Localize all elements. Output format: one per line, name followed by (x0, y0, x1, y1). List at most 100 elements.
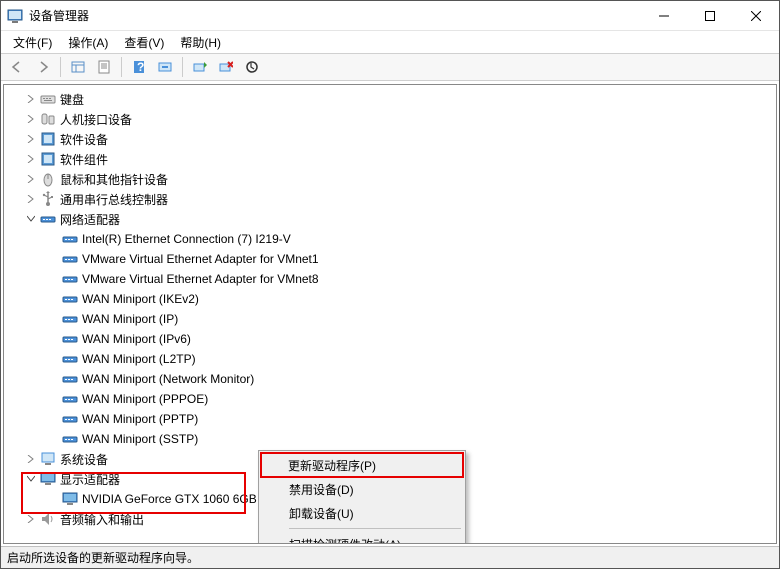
tree-node-network-child[interactable]: WAN Miniport (PPTP) (4, 409, 776, 429)
disable-button[interactable] (240, 56, 264, 78)
close-button[interactable] (733, 1, 779, 31)
tree-node-network-child[interactable]: Intel(R) Ethernet Connection (7) I219-V (4, 229, 776, 249)
uninstall-button[interactable] (214, 56, 238, 78)
chevron-right-icon[interactable] (24, 92, 38, 106)
tree-node-network-child[interactable]: WAN Miniport (PPPOE) (4, 389, 776, 409)
tree-label: WAN Miniport (L2TP) (82, 352, 202, 366)
tree-node-network-child[interactable]: WAN Miniport (IKEv2) (4, 289, 776, 309)
tree-node-network-child[interactable]: VMware Virtual Ethernet Adapter for VMne… (4, 269, 776, 289)
chevron-right-icon[interactable] (24, 452, 38, 466)
chevron-none (46, 492, 60, 506)
tree-node-network-child[interactable]: WAN Miniport (SSTP) (4, 429, 776, 449)
menu-view[interactable]: 查看(V) (116, 32, 172, 53)
toolbar-separator (182, 57, 183, 77)
tree-node-keyboard[interactable]: 键盘 (4, 89, 776, 109)
network-adapter-icon (62, 331, 78, 347)
forward-button[interactable] (31, 56, 55, 78)
tree-node-network-child[interactable]: WAN Miniport (IP) (4, 309, 776, 329)
tree-node-software-components[interactable]: 软件组件 (4, 149, 776, 169)
network-adapter-icon (62, 411, 78, 427)
network-adapter-icon (62, 291, 78, 307)
tree-label: Intel(R) Ethernet Connection (7) I219-V (82, 232, 297, 246)
tree-node-usb[interactable]: 通用串行总线控制器 (4, 189, 776, 209)
ctx-disable-device[interactable]: 禁用设备(D) (261, 477, 463, 501)
chevron-none (46, 272, 60, 286)
chevron-none (46, 292, 60, 306)
network-adapter-icon (62, 431, 78, 447)
back-button[interactable] (5, 56, 29, 78)
tree-label: WAN Miniport (IKEv2) (82, 292, 205, 306)
toolbar-separator (121, 57, 122, 77)
chevron-none (46, 232, 60, 246)
context-menu: 更新驱动程序(P) 禁用设备(D) 卸载设备(U) 扫描检测硬件改动(A) 属性… (258, 450, 466, 544)
chevron-down-icon[interactable] (24, 472, 38, 486)
minimize-button[interactable] (641, 1, 687, 31)
tree-node-network[interactable]: 网络适配器 (4, 209, 776, 229)
ctx-scan-hardware[interactable]: 扫描检测硬件改动(A) (261, 532, 463, 544)
main-area: 键盘 人机接口设备 软件设备 软件组件 (1, 81, 779, 546)
window-title: 设备管理器 (29, 7, 641, 24)
network-icon (40, 211, 56, 227)
network-adapter-icon (62, 351, 78, 367)
svg-text:?: ? (137, 60, 144, 74)
network-adapter-icon (62, 251, 78, 267)
menu-action[interactable]: 操作(A) (60, 32, 116, 53)
show-hide-button[interactable] (66, 56, 90, 78)
menubar: 文件(F) 操作(A) 查看(V) 帮助(H) (1, 31, 779, 53)
chevron-none (46, 312, 60, 326)
maximize-button[interactable] (687, 1, 733, 31)
chevron-none (46, 392, 60, 406)
tree-label: WAN Miniport (Network Monitor) (82, 372, 260, 386)
scan-hardware-button[interactable] (153, 56, 177, 78)
software-icon (40, 151, 56, 167)
tree-label: WAN Miniport (IPv6) (82, 332, 197, 346)
chevron-none (46, 432, 60, 446)
chevron-right-icon[interactable] (24, 152, 38, 166)
system-icon (40, 451, 56, 467)
properties-button[interactable] (92, 56, 116, 78)
update-driver-button[interactable] (188, 56, 212, 78)
tree-node-network-child[interactable]: VMware Virtual Ethernet Adapter for VMne… (4, 249, 776, 269)
tree-label: 人机接口设备 (60, 111, 138, 128)
chevron-down-icon[interactable] (24, 212, 38, 226)
tree-node-network-child[interactable]: WAN Miniport (L2TP) (4, 349, 776, 369)
tree-label: VMware Virtual Ethernet Adapter for VMne… (82, 252, 325, 266)
chevron-right-icon[interactable] (24, 112, 38, 126)
menu-file[interactable]: 文件(F) (5, 32, 60, 53)
tree-label: 通用串行总线控制器 (60, 191, 174, 208)
toolbar: ? (1, 53, 779, 81)
network-adapter-icon (62, 371, 78, 387)
tree-node-software-devices[interactable]: 软件设备 (4, 129, 776, 149)
sound-icon (40, 511, 56, 527)
menu-help[interactable]: 帮助(H) (172, 32, 229, 53)
ctx-uninstall-device[interactable]: 卸载设备(U) (261, 501, 463, 525)
usb-icon (40, 191, 56, 207)
display-icon (62, 491, 78, 507)
chevron-none (46, 412, 60, 426)
chevron-right-icon[interactable] (24, 192, 38, 206)
device-manager-window: 设备管理器 文件(F) 操作(A) 查看(V) 帮助(H) ? (0, 0, 780, 569)
device-tree-panel[interactable]: 键盘 人机接口设备 软件设备 软件组件 (3, 84, 777, 544)
chevron-right-icon[interactable] (24, 172, 38, 186)
tree-node-network-child[interactable]: WAN Miniport (Network Monitor) (4, 369, 776, 389)
tree-label: 软件设备 (60, 131, 114, 148)
chevron-right-icon[interactable] (24, 132, 38, 146)
network-adapter-icon (62, 271, 78, 287)
mouse-icon (40, 171, 56, 187)
ctx-separator (289, 528, 461, 529)
network-adapter-icon (62, 311, 78, 327)
chevron-none (46, 352, 60, 366)
tree-label: 系统设备 (60, 451, 114, 468)
chevron-right-icon[interactable] (24, 512, 38, 526)
tree-node-hid[interactable]: 人机接口设备 (4, 109, 776, 129)
chevron-none (46, 332, 60, 346)
status-text: 启动所选设备的更新驱动程序向导。 (7, 549, 199, 566)
software-icon (40, 131, 56, 147)
tree-node-network-child[interactable]: WAN Miniport (IPv6) (4, 329, 776, 349)
ctx-update-driver[interactable]: 更新驱动程序(P) (260, 452, 464, 478)
tree-node-mouse[interactable]: 鼠标和其他指针设备 (4, 169, 776, 189)
keyboard-icon (40, 91, 56, 107)
tree-label: 显示适配器 (60, 471, 126, 488)
help-button[interactable]: ? (127, 56, 151, 78)
toolbar-separator (60, 57, 61, 77)
